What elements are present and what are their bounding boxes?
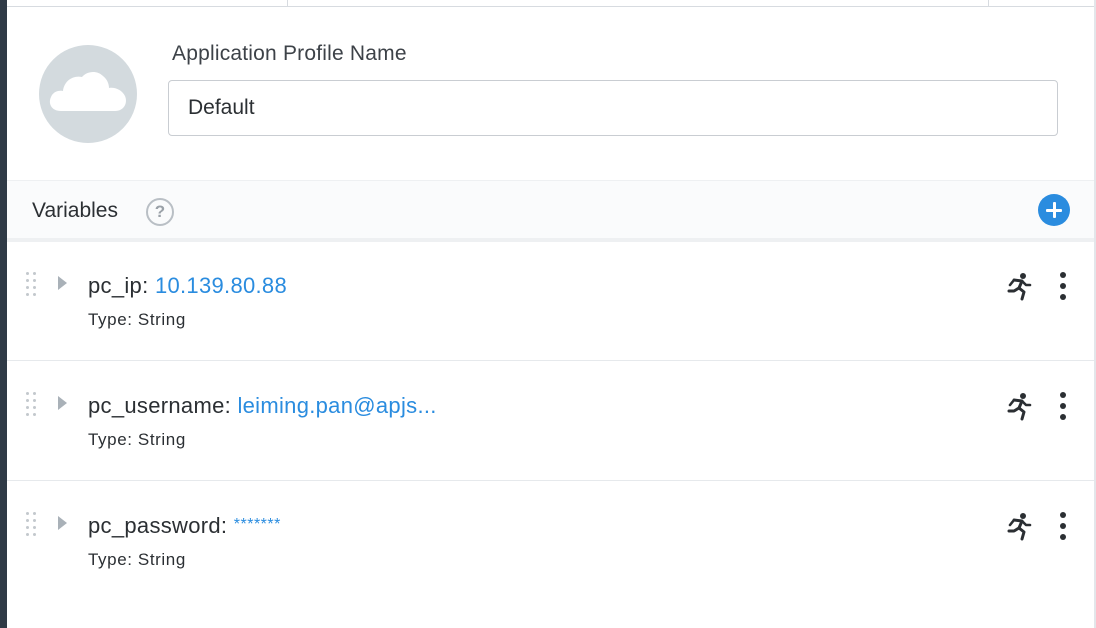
variable-name-label: pc_username: bbox=[88, 393, 232, 418]
add-variable-button[interactable] bbox=[1038, 194, 1070, 226]
top-tab-strip bbox=[7, 0, 1094, 7]
variables-title: Variables bbox=[32, 199, 118, 222]
expand-caret-icon[interactable] bbox=[58, 276, 67, 290]
runtime-icon[interactable] bbox=[1002, 271, 1032, 301]
variable-value: 10.139.80.88 bbox=[154, 273, 287, 298]
expand-caret-icon[interactable] bbox=[58, 516, 67, 530]
variable-row[interactable]: pc_username: leiming.pan@apjs... Type: S… bbox=[7, 362, 1094, 481]
more-options-icon[interactable] bbox=[1056, 272, 1070, 300]
tab-separator bbox=[287, 0, 288, 6]
variable-name-label: pc_ip: bbox=[88, 273, 149, 298]
drag-handle-icon[interactable] bbox=[26, 392, 38, 416]
expand-caret-icon[interactable] bbox=[58, 396, 67, 410]
drag-handle-icon[interactable] bbox=[26, 272, 38, 296]
variable-value: ******* bbox=[233, 516, 281, 533]
profile-name-input[interactable] bbox=[168, 80, 1058, 136]
variable-row[interactable]: pc_password: ******* Type: String bbox=[7, 482, 1094, 628]
variables-header: Variables ? bbox=[7, 180, 1094, 239]
runtime-icon[interactable] bbox=[1002, 511, 1032, 541]
variable-type: Type: String bbox=[88, 310, 186, 329]
variable-value: leiming.pan@apjs... bbox=[237, 393, 437, 418]
variable-name: pc_password: ******* bbox=[88, 513, 281, 539]
variable-row[interactable]: pc_ip: 10.139.80.88 Type: String bbox=[7, 242, 1094, 361]
profile-avatar bbox=[39, 45, 137, 143]
help-icon[interactable]: ? bbox=[146, 198, 174, 226]
drag-handle-icon[interactable] bbox=[26, 512, 38, 536]
variable-type: Type: String bbox=[88, 430, 186, 449]
tab-separator bbox=[988, 0, 989, 6]
left-rail bbox=[0, 0, 7, 628]
variable-type: Type: String bbox=[88, 550, 186, 569]
variable-name: pc_username: leiming.pan@apjs... bbox=[88, 393, 437, 419]
more-options-icon[interactable] bbox=[1056, 392, 1070, 420]
profile-name-label: Application Profile Name bbox=[172, 42, 407, 65]
runtime-icon[interactable] bbox=[1002, 391, 1032, 421]
more-options-icon[interactable] bbox=[1056, 512, 1070, 540]
variable-name: pc_ip: 10.139.80.88 bbox=[88, 273, 287, 299]
variable-name-label: pc_password: bbox=[88, 513, 228, 538]
profile-header: Application Profile Name bbox=[7, 7, 1094, 180]
cloud-icon bbox=[49, 71, 126, 111]
